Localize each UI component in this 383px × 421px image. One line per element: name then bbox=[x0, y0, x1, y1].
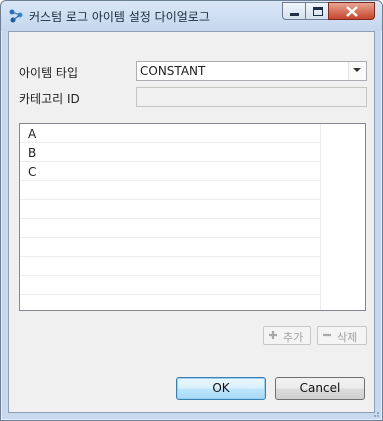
empty-row bbox=[20, 200, 320, 219]
minimize-icon bbox=[290, 13, 299, 16]
delete-button-label: 삭제 bbox=[337, 331, 358, 344]
chevron-down-icon bbox=[353, 68, 361, 72]
dialog-content: 아이템 타입 CONSTANT 카테고리 ID A B C 추가 삭제 OK C… bbox=[8, 31, 375, 413]
window-title: 커스텀 로그 아이템 설정 다이얼로그 bbox=[29, 10, 210, 24]
table-row[interactable]: B bbox=[20, 143, 320, 162]
table-cell: B bbox=[28, 146, 37, 160]
cancel-button[interactable]: Cancel bbox=[275, 377, 365, 400]
table-row[interactable]: C bbox=[20, 162, 320, 181]
close-button[interactable] bbox=[328, 2, 375, 20]
empty-row bbox=[20, 257, 320, 276]
item-type-select[interactable]: CONSTANT bbox=[136, 61, 367, 81]
empty-row bbox=[20, 276, 320, 295]
empty-row bbox=[20, 238, 320, 257]
delete-button[interactable]: 삭제 bbox=[317, 326, 367, 345]
minimize-button[interactable] bbox=[282, 2, 306, 20]
category-id-field[interactable] bbox=[136, 87, 367, 107]
dialog-window: 커스텀 로그 아이템 설정 다이얼로그 아이템 타입 CONSTANT 카테고리… bbox=[0, 0, 383, 421]
maximize-button[interactable] bbox=[305, 2, 329, 20]
title-bar[interactable]: 커스텀 로그 아이템 설정 다이얼로그 bbox=[1, 1, 382, 31]
table-cell: A bbox=[28, 127, 37, 141]
column-divider bbox=[320, 124, 321, 310]
maximize-icon bbox=[313, 7, 323, 16]
plus-icon bbox=[269, 331, 277, 339]
empty-row bbox=[20, 181, 320, 200]
item-type-label: 아이템 타입 bbox=[19, 66, 79, 80]
item-type-dropdown-button[interactable] bbox=[348, 62, 366, 80]
empty-row bbox=[20, 295, 320, 310]
resize-grip-icon[interactable] bbox=[370, 408, 380, 418]
add-button[interactable]: 추가 bbox=[263, 326, 311, 345]
table-row[interactable]: A bbox=[20, 124, 320, 143]
table-cell: C bbox=[28, 165, 37, 179]
add-button-label: 추가 bbox=[283, 331, 304, 344]
item-type-value: CONSTANT bbox=[140, 64, 206, 78]
minus-icon bbox=[323, 333, 331, 337]
close-icon bbox=[346, 6, 358, 17]
item-table[interactable]: A B C bbox=[19, 123, 366, 311]
ok-button[interactable]: OK bbox=[176, 377, 266, 400]
app-icon bbox=[9, 9, 23, 23]
category-id-label: 카테고리 ID bbox=[19, 92, 80, 106]
empty-row bbox=[20, 219, 320, 238]
